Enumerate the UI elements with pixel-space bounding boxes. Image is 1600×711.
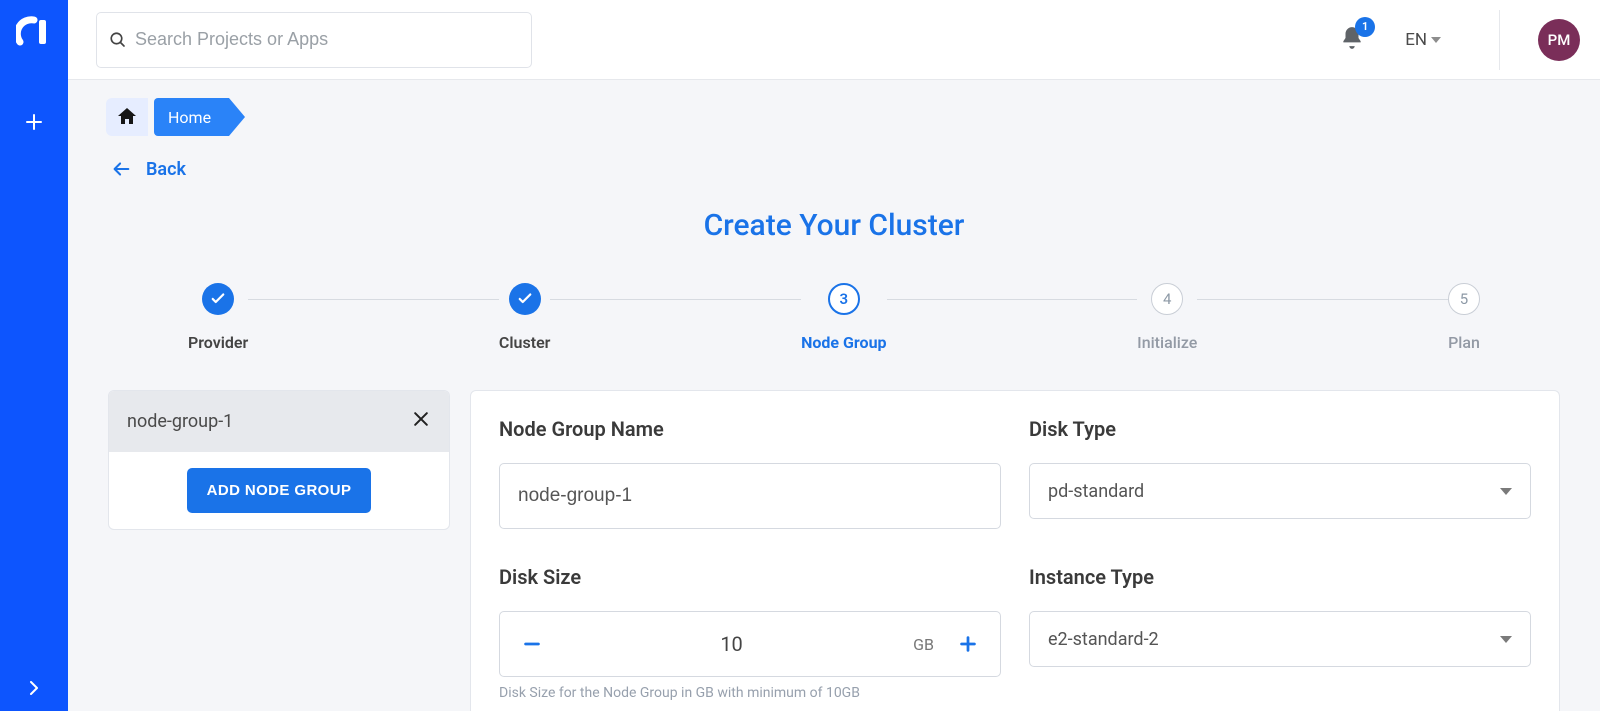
- disk-size-stepper: 10 GB: [499, 611, 1001, 677]
- breadcrumb-item-home[interactable]: Home: [154, 98, 229, 136]
- step-connector: [887, 299, 1138, 300]
- field-node-group-name: Node Group Name: [499, 417, 1001, 529]
- node-group-name-input[interactable]: [499, 463, 1001, 529]
- step-number: 4: [1151, 283, 1183, 315]
- home-icon: [115, 105, 139, 129]
- field-label: Disk Type: [1029, 417, 1531, 441]
- disk-size-increment[interactable]: [950, 626, 986, 662]
- back-label: Back: [146, 159, 186, 180]
- field-label: Instance Type: [1029, 565, 1531, 589]
- step-number: 5: [1448, 283, 1480, 315]
- breadcrumb-home[interactable]: [106, 98, 148, 136]
- disk-size-decrement[interactable]: [514, 626, 550, 662]
- check-icon: [516, 290, 534, 308]
- disk-size-helper: Disk Size for the Node Group in GB with …: [499, 685, 1001, 701]
- content: Home Back Create Your Cluster Provider C…: [68, 80, 1600, 711]
- arrow-left-icon: [110, 158, 132, 180]
- sidebar-expand-button[interactable]: [27, 680, 41, 699]
- field-label: Disk Size: [499, 565, 1001, 589]
- language-selector[interactable]: EN: [1405, 30, 1441, 50]
- search-icon: [109, 31, 127, 49]
- step-label: Initialize: [1137, 333, 1197, 352]
- add-node-group-button[interactable]: ADD NODE GROUP: [187, 468, 372, 513]
- step-connector: [248, 299, 499, 300]
- step-number: 3: [828, 283, 860, 315]
- node-group-item[interactable]: node-group-1: [109, 391, 449, 452]
- instance-type-value: e2-standard-2: [1048, 629, 1159, 650]
- step-plan[interactable]: 5 Plan: [1448, 283, 1480, 352]
- chevron-down-icon: [1500, 488, 1512, 495]
- step-node-group[interactable]: 3 Node Group: [801, 283, 886, 352]
- disk-size-value[interactable]: 10: [560, 632, 903, 656]
- node-group-list: node-group-1 ADD NODE GROUP: [108, 390, 450, 530]
- node-group-remove-button[interactable]: [411, 409, 431, 434]
- step-label: Plan: [1448, 333, 1480, 352]
- notification-badge: 1: [1355, 17, 1375, 37]
- minus-icon: [521, 633, 543, 655]
- instance-type-select[interactable]: e2-standard-2: [1029, 611, 1531, 667]
- breadcrumb-label: Home: [168, 108, 211, 127]
- field-label: Node Group Name: [499, 417, 1001, 441]
- stepper: Provider Cluster 3 Node Group 4 Initiali…: [68, 243, 1600, 352]
- step-label: Provider: [188, 333, 248, 352]
- language-label: EN: [1405, 30, 1427, 50]
- breadcrumb: Home: [68, 80, 1600, 136]
- close-icon: [411, 409, 431, 429]
- sidebar: [0, 0, 68, 711]
- disk-size-suffix: GB: [913, 635, 934, 654]
- check-icon: [209, 290, 227, 308]
- node-group-item-name: node-group-1: [127, 411, 233, 432]
- step-label: Cluster: [499, 333, 551, 352]
- topbar-divider: [1499, 10, 1500, 70]
- notifications-button[interactable]: 1: [1333, 19, 1371, 61]
- chevron-down-icon: [1500, 636, 1512, 643]
- app-logo[interactable]: [16, 14, 52, 50]
- step-provider[interactable]: Provider: [188, 283, 248, 352]
- logo-icon: [16, 14, 52, 50]
- chevron-down-icon: [1431, 37, 1441, 43]
- plus-icon: [26, 114, 42, 130]
- back-button[interactable]: Back: [68, 136, 1600, 180]
- sidebar-add-button[interactable]: [22, 110, 46, 134]
- search-input[interactable]: [135, 29, 519, 50]
- avatar[interactable]: PM: [1538, 19, 1580, 61]
- step-label: Node Group: [801, 333, 886, 352]
- node-group-form: Node Group Name Disk Type pd-standard Di…: [470, 390, 1560, 711]
- field-instance-type: Instance Type e2-standard-2: [1029, 565, 1531, 701]
- plus-icon: [957, 633, 979, 655]
- field-disk-size: Disk Size 10 GB Disk Size for the Node G: [499, 565, 1001, 701]
- step-cluster[interactable]: Cluster: [499, 283, 551, 352]
- chevron-right-icon: [27, 681, 41, 695]
- disk-type-value: pd-standard: [1048, 481, 1144, 502]
- search-container[interactable]: [96, 12, 532, 68]
- topbar: 1 EN PM: [68, 0, 1600, 80]
- field-disk-type: Disk Type pd-standard: [1029, 417, 1531, 529]
- step-connector: [550, 299, 801, 300]
- page-title: Create Your Cluster: [68, 208, 1600, 243]
- step-connector: [1197, 299, 1448, 300]
- disk-type-select[interactable]: pd-standard: [1029, 463, 1531, 519]
- step-initialize[interactable]: 4 Initialize: [1137, 283, 1197, 352]
